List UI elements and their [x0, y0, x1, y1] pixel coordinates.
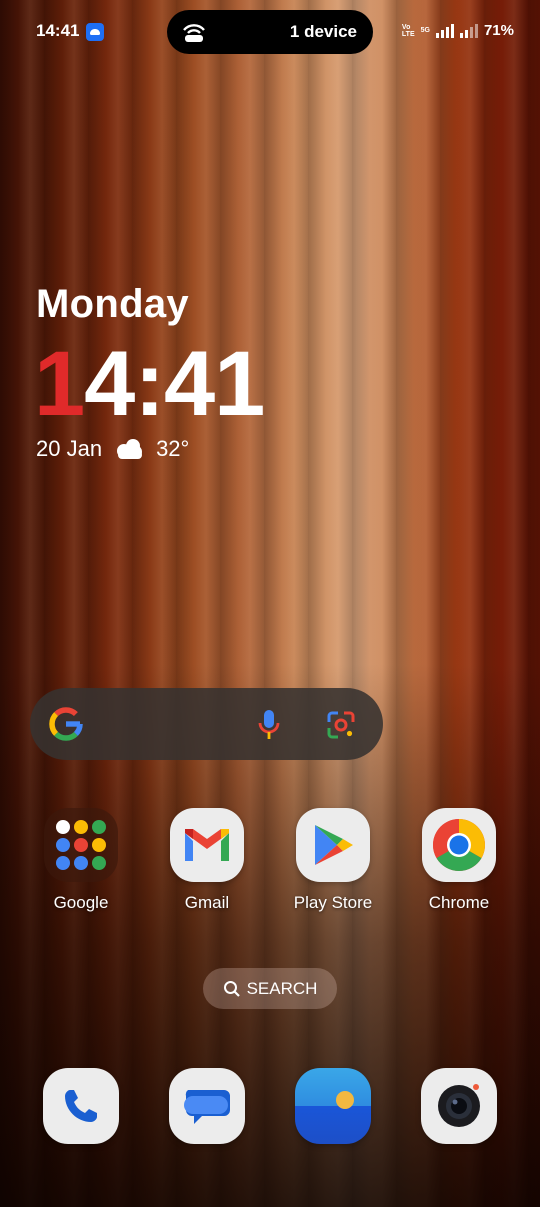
- app-label: Google: [53, 893, 109, 912]
- google-lens-icon[interactable]: [326, 710, 356, 740]
- dock-camera[interactable]: [404, 1068, 514, 1144]
- date-text: 20 Jan: [36, 436, 103, 461]
- gallery-icon: [295, 1068, 371, 1144]
- app-google-folder[interactable]: Google: [26, 808, 136, 913]
- notification-app-icon: [86, 23, 104, 41]
- clock-time[interactable]: 14:41: [34, 334, 265, 434]
- chrome-icon: [422, 808, 496, 882]
- hotspot-label: 1 device: [289, 22, 357, 41]
- camera-icon: [421, 1068, 497, 1144]
- battery-percentage: 71%: [483, 22, 514, 39]
- signal-icon-sim2: [459, 23, 478, 38]
- app-gmail[interactable]: Gmail: [152, 808, 262, 913]
- gmail-icon: [170, 808, 244, 882]
- app-label: Gmail: [184, 893, 230, 912]
- status-time: 14:41: [36, 21, 80, 40]
- temperature-text: 32°: [156, 436, 190, 461]
- voice-search-mic-icon[interactable]: [256, 708, 282, 742]
- play-store-icon: [296, 808, 370, 882]
- hotspot-icon: [183, 24, 205, 42]
- volte-indicator: Vo LTE: [401, 23, 415, 38]
- signal-icon-sim1: [435, 23, 454, 38]
- date-weather-row[interactable]: 20 Jan 32°: [36, 436, 189, 462]
- app-label: Chrome: [428, 893, 490, 912]
- search-chip-label: SEARCH: [246, 978, 318, 998]
- weather-cloud-icon: [117, 439, 143, 459]
- phone-icon: [43, 1068, 119, 1144]
- google-folder-icon: [44, 808, 118, 882]
- dock-phone[interactable]: [26, 1068, 136, 1144]
- app-play-store[interactable]: Play Store: [278, 808, 388, 913]
- hotspot-pill[interactable]: 1 device: [167, 10, 373, 54]
- dock-gallery[interactable]: [278, 1068, 388, 1144]
- search-icon: [223, 980, 240, 997]
- messages-icon: [169, 1068, 245, 1144]
- app-search-button[interactable]: SEARCH: [203, 968, 337, 1009]
- google-g-icon: [49, 707, 83, 741]
- google-search-bar[interactable]: [30, 688, 383, 760]
- network-5g-indicator: 5G: [420, 27, 430, 34]
- status-indicators: Vo LTE 5G 71%: [402, 22, 514, 39]
- clock-day[interactable]: Monday: [36, 282, 189, 327]
- dock-messages[interactable]: [152, 1068, 262, 1144]
- app-chrome[interactable]: Chrome: [404, 808, 514, 913]
- app-label: Play Store: [293, 893, 373, 912]
